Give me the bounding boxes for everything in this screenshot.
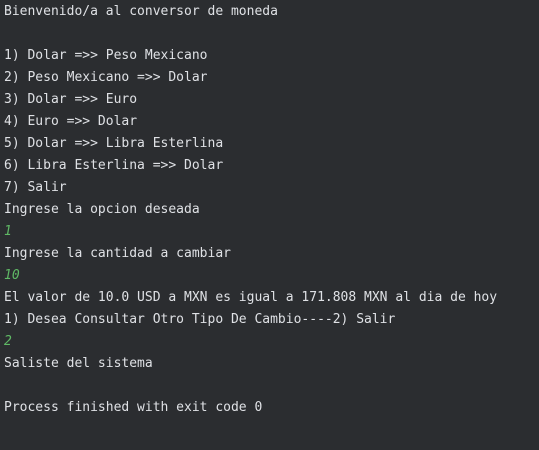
result-line: El valor de 10.0 USD a MXN es igual a 17… xyxy=(4,290,498,305)
menu-option-6: 6) Libra Esterlina =>> Dolar xyxy=(4,158,224,173)
console-output: Bienvenido/a al conversor de moneda 1) Do… xyxy=(0,0,539,450)
process-finished-line: Process finished with exit code 0 xyxy=(4,400,263,415)
menu-option-2: 2) Peso Mexicano =>> Dolar xyxy=(4,70,208,85)
prompt-option-line: Ingrese la opcion deseada xyxy=(4,202,200,217)
welcome-line: Bienvenido/a al conversor de moneda xyxy=(4,4,278,19)
user-input-amount: 10 xyxy=(4,268,20,283)
user-input-continue: 2 xyxy=(4,334,12,349)
menu-option-1: 1) Dolar =>> Peso Mexicano xyxy=(4,48,208,63)
user-input-option: 1 xyxy=(4,224,12,239)
menu-option-3: 3) Dolar =>> Euro xyxy=(4,92,138,107)
menu-option-4: 4) Euro =>> Dolar xyxy=(4,114,138,129)
exit-message-line: Saliste del sistema xyxy=(4,356,153,371)
prompt-continue-line: 1) Desea Consultar Otro Tipo De Cambio--… xyxy=(4,312,396,327)
menu-option-7: 7) Salir xyxy=(4,180,67,195)
menu-option-5: 5) Dolar =>> Libra Esterlina xyxy=(4,136,224,151)
prompt-amount-line: Ingrese la cantidad a cambiar xyxy=(4,246,231,261)
